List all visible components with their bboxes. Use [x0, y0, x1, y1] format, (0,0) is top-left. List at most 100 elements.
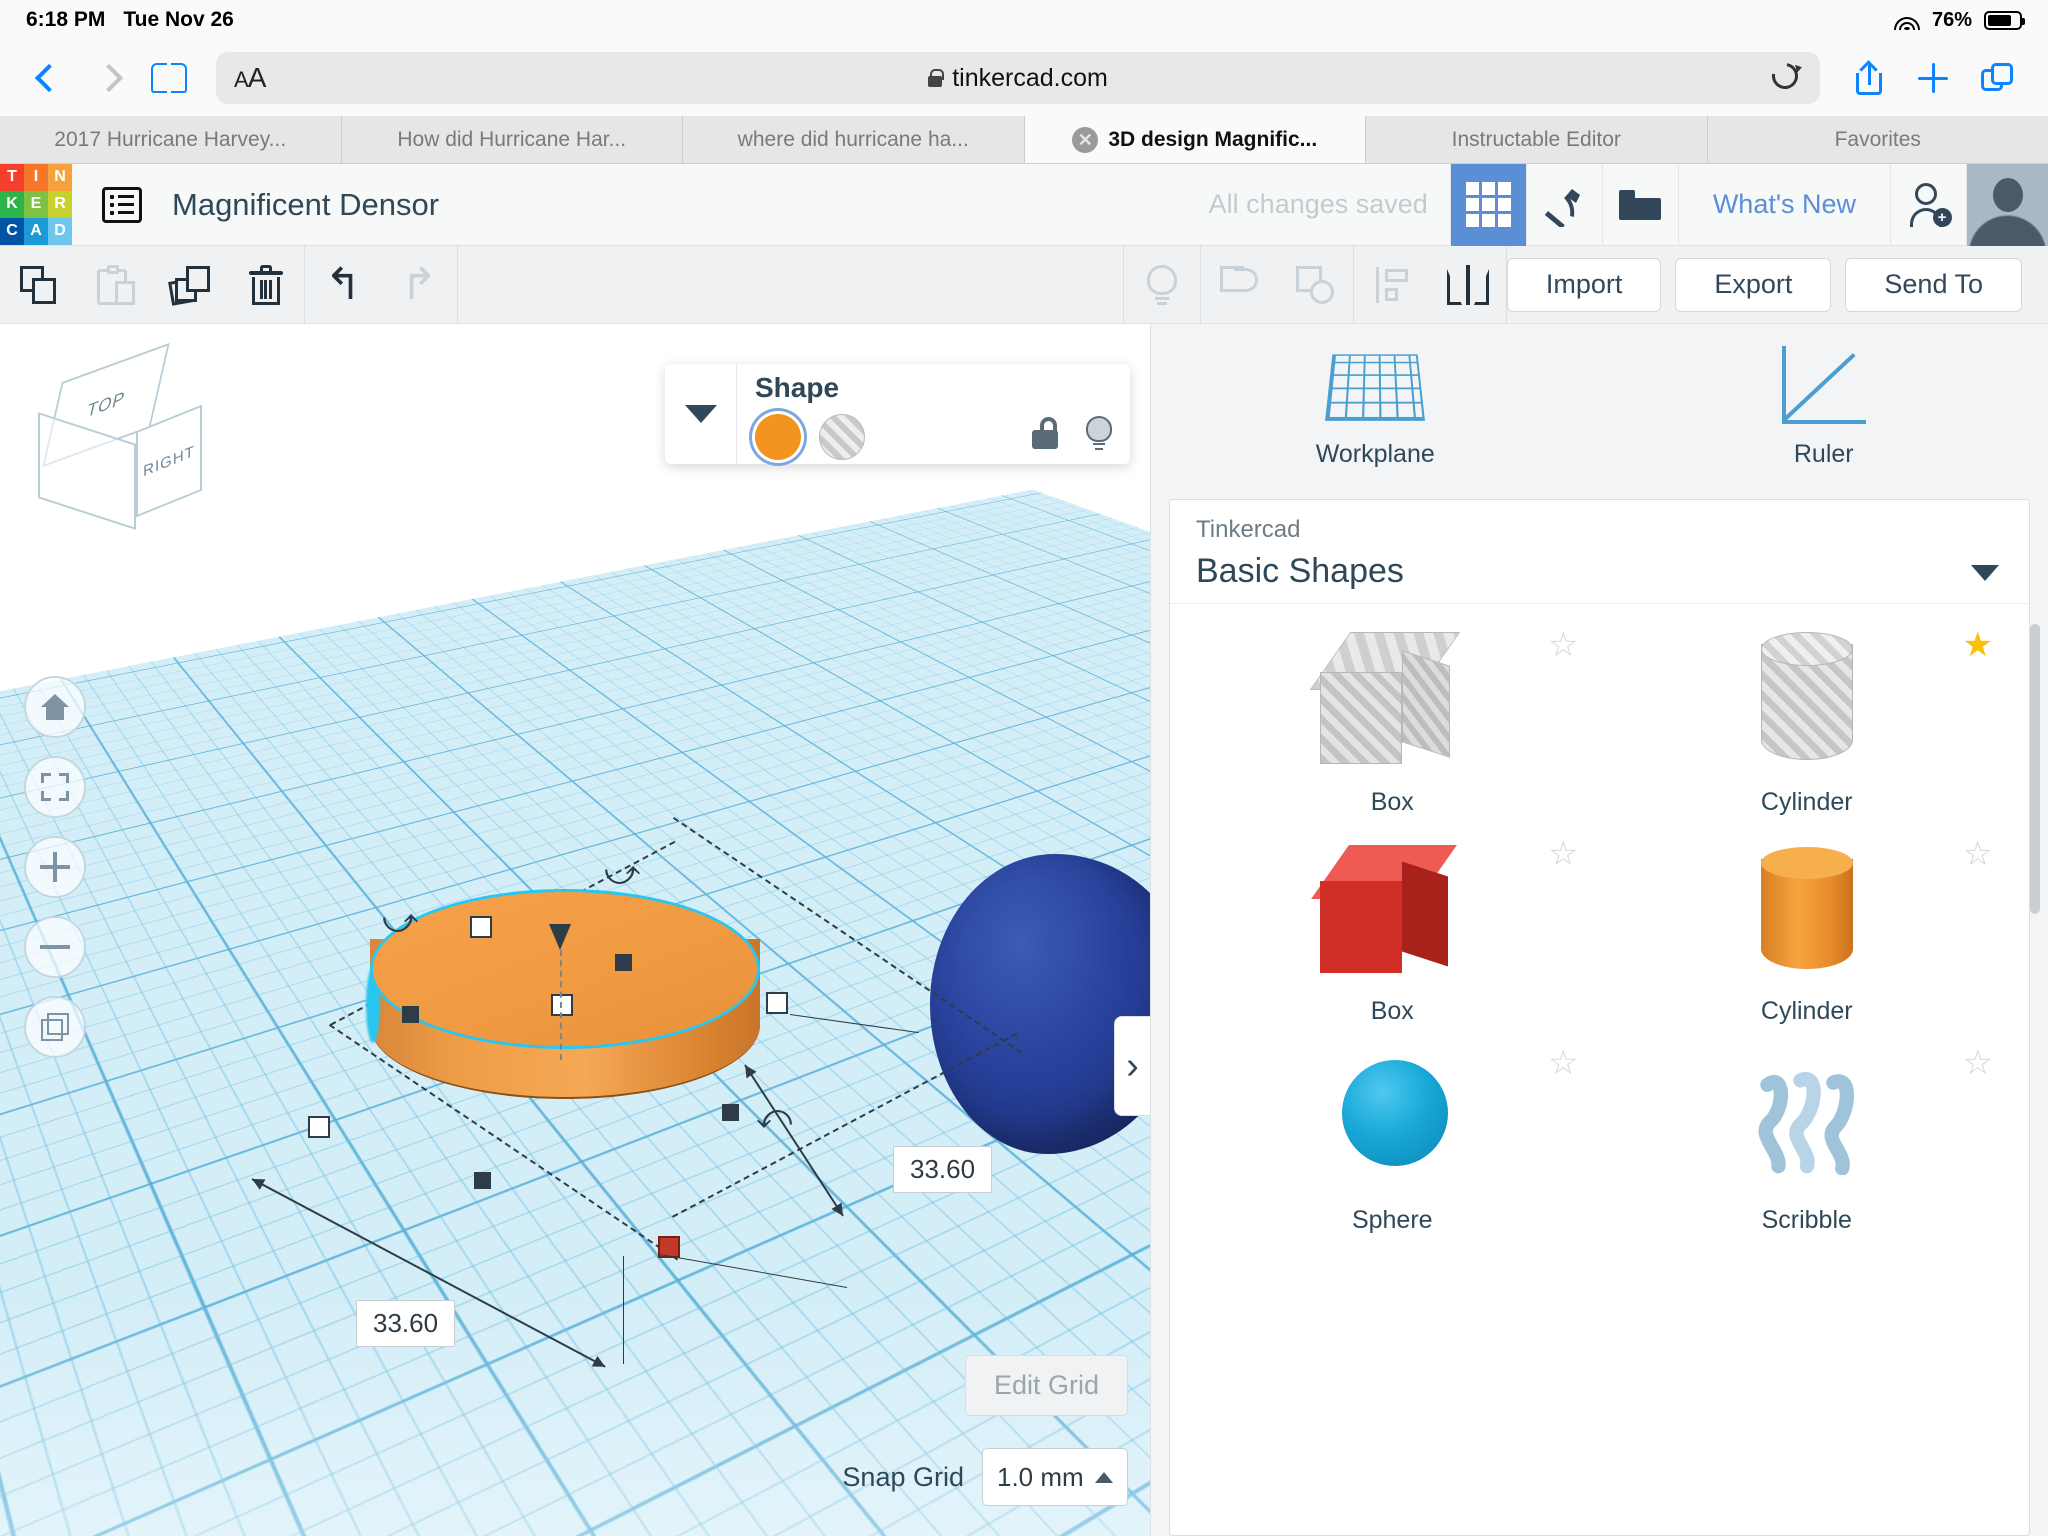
send-to-button[interactable]: Send To	[1845, 257, 2022, 312]
wifi-icon	[1893, 10, 1920, 30]
scale-handle-left[interactable]	[308, 1116, 330, 1138]
sidebar-item-workplane[interactable]: Workplane	[1151, 324, 1600, 469]
star-icon[interactable]: ☆	[1548, 628, 1578, 662]
show-tabs-button[interactable]	[1968, 50, 2026, 106]
triangle-down-icon	[684, 405, 717, 423]
tab-label: 3D design Magnific...	[1108, 127, 1318, 151]
view-cube[interactable]: TOP RIGHT	[28, 342, 208, 531]
forward-button[interactable]	[82, 51, 136, 105]
duplicate-button[interactable]	[152, 246, 228, 324]
browser-tab-active[interactable]: ✕ 3D design Magnific...	[1024, 116, 1366, 163]
invite-button[interactable]: +	[1890, 163, 1966, 246]
fit-to-view-button[interactable]	[24, 756, 86, 818]
unlock-icon[interactable]	[1032, 417, 1060, 449]
blocks-button[interactable]	[1601, 163, 1678, 246]
logo-tile: C	[0, 217, 24, 245]
star-icon[interactable]: ★	[1963, 628, 1993, 662]
status-time: 6:18 PM	[26, 8, 106, 31]
3d-canvas[interactable]: TOP RIGHT ⤻ ⤻ ⤺ 33.60 33.60 › Shape Edit…	[0, 324, 1150, 1536]
midpoint-handle[interactable]	[615, 954, 632, 971]
new-tab-button[interactable]	[1904, 50, 1962, 106]
triangle-down-icon[interactable]	[1971, 565, 1999, 581]
ungroup-icon	[1295, 265, 1334, 304]
lightbulb-icon[interactable]	[1086, 416, 1112, 450]
lego-brick-icon	[1619, 189, 1662, 220]
browser-tab[interactable]: How did Hurricane Har...	[341, 116, 683, 163]
collapse-panel-button[interactable]	[665, 364, 737, 464]
delete-button[interactable]	[228, 246, 304, 324]
cylinder-top	[370, 889, 760, 1049]
star-icon[interactable]: ☆	[1548, 837, 1578, 871]
page-title[interactable]: Magnificent Densor	[172, 187, 439, 223]
zoom-out-button[interactable]	[24, 916, 86, 978]
midpoint-handle[interactable]	[722, 1104, 739, 1121]
shape-item-sphere[interactable]: ☆ Sphere	[1200, 1044, 1585, 1235]
lift-cone-handle[interactable]	[549, 924, 571, 950]
logo-tile: A	[24, 217, 48, 245]
avatar[interactable]	[1966, 163, 2048, 246]
bookmarks-button[interactable]	[142, 51, 196, 105]
codeblocks-button[interactable]	[1525, 163, 1602, 246]
mirror-icon	[1446, 264, 1489, 305]
copy-button[interactable]	[0, 246, 76, 324]
tinkercad-logo[interactable]: T I N K E R C A D	[0, 163, 72, 246]
shape-item-box-red[interactable]: ☆ Box	[1200, 835, 1585, 1026]
import-button[interactable]: Import	[1506, 257, 1662, 312]
rotate-handle-top[interactable]: ⤻	[604, 856, 640, 890]
edit-grid-button[interactable]: Edit Grid	[964, 1355, 1128, 1416]
mirror-button[interactable]	[1430, 246, 1506, 324]
star-icon[interactable]: ☆	[1548, 1046, 1578, 1080]
scale-handle-top-left[interactable]	[470, 916, 492, 938]
address-bar[interactable]: AAAA tinkercad.com	[216, 52, 1820, 104]
grid-icon	[1465, 182, 1511, 227]
shape-panel-actions	[1032, 416, 1112, 450]
lightbulb-icon	[1146, 264, 1177, 305]
close-icon[interactable]: ✕	[1072, 126, 1099, 153]
shape-item-scribble[interactable]: ☆ Scribble	[1615, 1044, 2000, 1235]
sidebar-item-ruler[interactable]: Ruler	[1600, 324, 2048, 469]
shape-item-cylinder-grey[interactable]: ★ Cylinder	[1615, 626, 2000, 817]
undo-arrow-icon: ↰	[324, 259, 362, 309]
share-button[interactable]	[1840, 50, 1898, 106]
shape-item-box-grey[interactable]: ☆ Box	[1200, 626, 1585, 817]
chevron-up-icon	[1095, 1471, 1113, 1483]
whats-new-button[interactable]: What's New	[1677, 163, 1890, 246]
reload-button[interactable]	[1766, 57, 1804, 95]
right-sidebar: Workplane Ruler Tinkercad Basic Shapes ☆…	[1150, 324, 2048, 1536]
rotate-handle-left[interactable]: ⤻	[382, 904, 418, 938]
star-icon[interactable]: ☆	[1963, 1046, 1993, 1080]
library-header[interactable]: Tinkercad Basic Shapes	[1170, 500, 2029, 604]
redo-button: ↱	[381, 246, 457, 324]
browser-tab[interactable]: Favorites	[1707, 116, 2048, 163]
midpoint-handle[interactable]	[402, 1006, 419, 1023]
solid-swatch[interactable]	[755, 414, 801, 460]
home-view-button[interactable]	[24, 676, 86, 738]
browser-tab[interactable]: Instructable Editor	[1366, 116, 1708, 163]
panel-flyout-toggle[interactable]: ›	[1114, 1016, 1150, 1116]
url-display: tinkercad.com	[216, 64, 1820, 93]
midpoint-handle[interactable]	[474, 1172, 491, 1189]
dimension-label-width[interactable]: 33.60	[356, 1300, 456, 1347]
export-button[interactable]: Export	[1675, 257, 1832, 312]
zoom-in-button[interactable]	[24, 836, 86, 898]
star-icon[interactable]: ☆	[1963, 837, 1993, 871]
hole-swatch[interactable]	[819, 414, 865, 460]
scale-handle-right[interactable]	[766, 992, 788, 1014]
sidebar-scrollbar[interactable]	[2030, 624, 2040, 914]
shape-item-cylinder-orange[interactable]: ☆ Cylinder	[1615, 835, 2000, 1026]
list-menu-icon[interactable]	[102, 186, 142, 223]
scribble-thumbnail	[1727, 1044, 1887, 1196]
perspective-toggle-button[interactable]	[24, 996, 86, 1058]
snap-grid-select[interactable]: 1.0 mm	[982, 1448, 1128, 1506]
add-person-icon: +	[1906, 182, 1952, 227]
status-right-cluster: 76%	[1893, 9, 2025, 32]
paste-icon	[97, 264, 135, 305]
dimension-label-depth[interactable]: 33.60	[893, 1146, 993, 1193]
scale-handle-center[interactable]	[551, 994, 573, 1016]
undo-button[interactable]: ↰	[305, 246, 381, 324]
back-button[interactable]	[22, 51, 76, 105]
chevron-right-icon	[94, 63, 124, 93]
grid-view-button[interactable]	[1449, 163, 1526, 246]
browser-tab[interactable]: where did hurricane ha...	[683, 116, 1025, 163]
browser-tab[interactable]: 2017 Hurricane Harvey...	[0, 116, 342, 163]
